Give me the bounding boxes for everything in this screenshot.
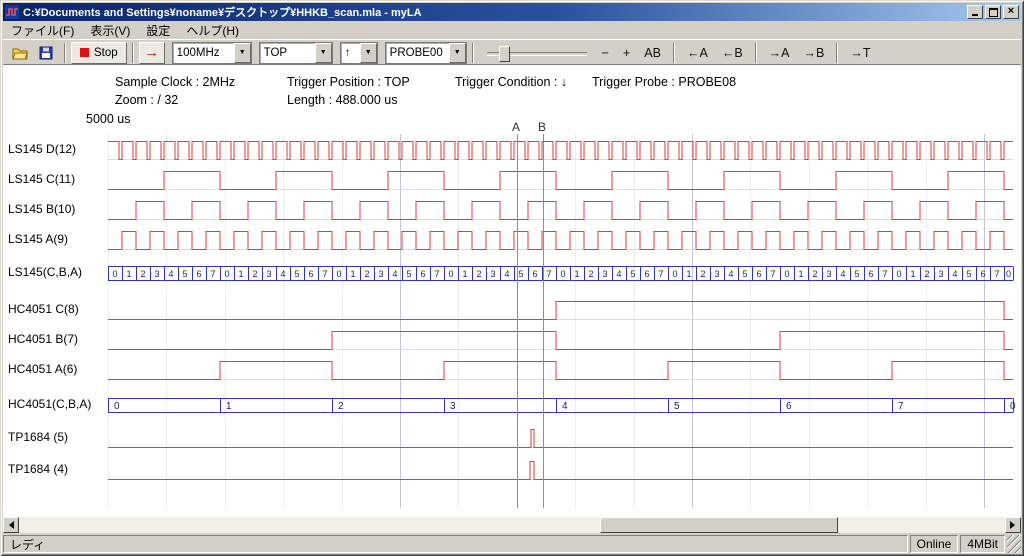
sample-clock-value: 100MHz xyxy=(173,47,234,59)
trigger-position-value: TOP xyxy=(260,47,315,59)
trigger-condition-info: Trigger Condition : ↓ xyxy=(455,75,567,89)
zoom-ab-button[interactable]: AB xyxy=(638,43,667,63)
zoom-in-button[interactable]: + xyxy=(617,43,636,63)
chevron-down-icon[interactable]: ▼ xyxy=(449,43,466,63)
open-button[interactable] xyxy=(7,42,33,64)
menu-view[interactable]: 表示(V) xyxy=(82,21,138,40)
status-message: レディ xyxy=(3,535,908,553)
maximize-button[interactable] xyxy=(985,5,1001,19)
jump-b-left-button[interactable]: ←B xyxy=(716,43,749,63)
trigger-probe-select[interactable]: PROBE00 ▼ xyxy=(385,42,467,64)
scrollbar-thumb[interactable] xyxy=(600,517,838,533)
zoom-slider[interactable] xyxy=(487,43,587,63)
time-scale-label: 5000 us xyxy=(86,112,130,126)
close-button[interactable]: × xyxy=(1003,5,1019,19)
floppy-disk-icon xyxy=(38,45,54,61)
jump-a-left-button[interactable]: ←A xyxy=(681,43,714,63)
chevron-down-icon[interactable]: ▼ xyxy=(315,43,332,63)
app-icon xyxy=(5,5,19,19)
menu-settings[interactable]: 設定 xyxy=(138,21,178,40)
scroll-left-button[interactable] xyxy=(3,517,19,533)
trigger-probe-info: Trigger Probe : PROBE08 xyxy=(592,75,736,89)
chevron-down-icon[interactable]: ▼ xyxy=(360,43,377,63)
status-memory: 4MBit xyxy=(960,535,1005,553)
title-bar[interactable]: C:¥Documents and Settings¥noname¥デスクトップ¥… xyxy=(3,3,1021,21)
jump-b-right-button[interactable]: →B xyxy=(798,43,831,63)
toolbar-separator xyxy=(836,43,838,63)
trigger-position-select[interactable]: TOP ▼ xyxy=(259,42,333,64)
stop-label: Stop xyxy=(94,47,118,59)
minimize-button[interactable] xyxy=(967,5,983,19)
status-online: Online xyxy=(910,535,959,553)
waveform-client xyxy=(3,64,1021,518)
trigger-position-info: Trigger Position : TOP xyxy=(287,75,410,89)
menu-bar: ファイル(F) 表示(V) 設定 ヘルプ(H) xyxy=(3,21,1021,39)
scroll-left-icon xyxy=(5,521,14,529)
app-window: C:¥Documents and Settings¥noname¥デスクトップ¥… xyxy=(0,0,1024,556)
jump-a-right-button[interactable]: →A xyxy=(763,43,796,63)
chevron-down-icon[interactable]: ▼ xyxy=(234,43,251,63)
close-icon: × xyxy=(1008,6,1014,17)
toolbar-separator xyxy=(673,43,675,63)
toolbar: Stop → 100MHz ▼ TOP ▼ ↑ ▼ PROBE00 ▼ − + … xyxy=(3,39,1021,65)
zoom-slider-thumb[interactable] xyxy=(499,46,510,62)
menu-file[interactable]: ファイル(F) xyxy=(3,21,82,40)
scrollbar-track[interactable] xyxy=(19,517,1005,533)
horizontal-scrollbar[interactable] xyxy=(3,517,1021,533)
minimize-icon xyxy=(972,14,978,16)
run-button[interactable]: → xyxy=(139,42,165,64)
menu-help[interactable]: ヘルプ(H) xyxy=(178,21,247,40)
toolbar-separator xyxy=(472,43,474,63)
open-folder-icon xyxy=(12,45,28,61)
maximize-icon xyxy=(989,8,998,17)
toolbar-separator xyxy=(64,43,66,63)
save-button[interactable] xyxy=(33,42,59,64)
stop-icon xyxy=(80,48,89,57)
jump-trigger-button[interactable]: →T xyxy=(844,43,876,63)
scroll-right-icon xyxy=(1010,521,1019,529)
status-bar: レディ Online 4MBit xyxy=(3,534,1021,553)
trigger-edge-value: ↑ xyxy=(341,47,360,59)
trigger-probe-value: PROBE00 xyxy=(386,47,449,59)
resize-grip[interactable] xyxy=(1007,535,1021,553)
zoom-out-button[interactable]: − xyxy=(596,43,615,63)
run-arrow-icon: → xyxy=(144,45,159,60)
toolbar-separator xyxy=(755,43,757,63)
trigger-edge-select[interactable]: ↑ ▼ xyxy=(340,42,378,64)
sample-clock-info: Sample Clock : 2MHz xyxy=(115,75,235,89)
window-title: C:¥Documents and Settings¥noname¥デスクトップ¥… xyxy=(23,4,967,20)
zoom-info: Zoom : / 32 xyxy=(115,93,178,107)
scroll-right-button[interactable] xyxy=(1005,517,1021,533)
toolbar-separator xyxy=(132,43,134,63)
sample-clock-select[interactable]: 100MHz ▼ xyxy=(172,42,252,64)
length-info: Length : 488.000 us xyxy=(287,93,398,107)
stop-button[interactable]: Stop xyxy=(71,42,127,64)
